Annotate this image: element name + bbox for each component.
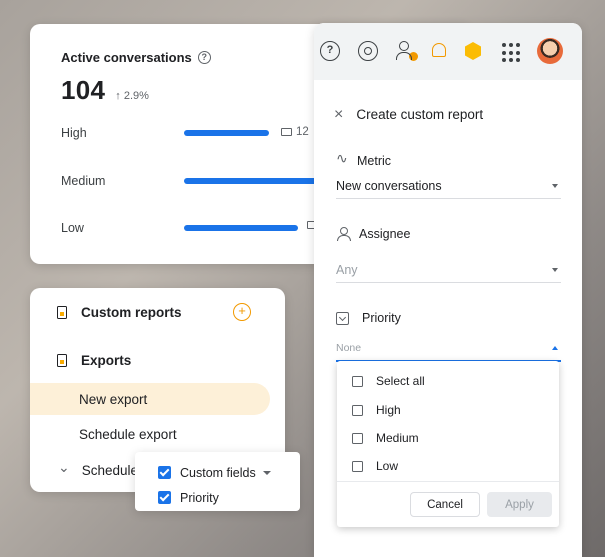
custom-fields-popup: Custom fields Priority	[135, 452, 300, 511]
stat-label-medium: Medium	[61, 174, 106, 188]
checkbox-icon[interactable]	[352, 432, 363, 444]
panel-title: Create custom report	[356, 107, 484, 122]
option-select-all[interactable]: Select all	[352, 371, 425, 391]
close-icon[interactable]: ×	[334, 106, 343, 122]
mail-icon	[281, 128, 292, 136]
metric-select[interactable]: New conversations	[336, 173, 561, 199]
custom-fields-label: Custom fields	[180, 465, 256, 480]
metric-value: New conversations	[336, 178, 442, 193]
priority-placeholder: None	[336, 342, 362, 354]
user-check-icon[interactable]	[396, 41, 418, 61]
dropdown-arrow-icon	[552, 183, 558, 188]
assignee-placeholder: Any	[336, 262, 358, 277]
option-medium[interactable]: Medium	[352, 428, 419, 448]
priority-field-label: Priority	[180, 490, 219, 505]
trend-indicator: ↑ 2.9%	[115, 90, 149, 102]
exports-item[interactable]: Exports	[30, 344, 285, 376]
priority-dropdown: Select all High Medium Low Cancel Apply	[337, 361, 559, 527]
option-high[interactable]: High	[352, 400, 401, 420]
custom-fields-row[interactable]: Custom fields	[158, 460, 300, 485]
apply-button[interactable]: Apply	[487, 492, 552, 517]
stat-count-high: 12	[281, 126, 309, 138]
divider	[337, 481, 559, 482]
assignee-label-row: Assignee	[336, 227, 410, 241]
report-icon	[57, 305, 67, 319]
dropdown-arrow-icon	[552, 267, 558, 272]
scheduled-label: Schedule	[81, 462, 139, 478]
checkbox-icon[interactable]	[352, 460, 363, 472]
gear-icon[interactable]	[358, 41, 378, 61]
priority-label: Priority	[362, 311, 401, 325]
stats-title: Active conversations	[61, 50, 192, 65]
add-icon[interactable]: +	[233, 303, 251, 321]
checkbox-icon[interactable]	[352, 375, 363, 387]
option-label: Low	[376, 459, 399, 473]
assignee-select[interactable]: Any	[336, 257, 561, 283]
custom-reports-item[interactable]: Custom reports +	[30, 296, 285, 328]
stat-label-low: Low	[61, 221, 84, 235]
checkbox-checked-icon[interactable]	[158, 466, 171, 479]
priority-field-row[interactable]: Priority	[158, 485, 300, 510]
priority-label-row: Priority	[336, 311, 401, 325]
stat-label-high: High	[61, 126, 87, 140]
export-icon	[57, 353, 67, 367]
scheduled-item[interactable]: ⌄ Schedule	[30, 454, 138, 486]
metric-icon	[336, 150, 350, 167]
option-label: Medium	[376, 431, 419, 445]
exports-label: Exports	[81, 352, 132, 368]
help-icon[interactable]: ?	[320, 41, 340, 61]
option-label: High	[376, 403, 401, 417]
person-icon	[336, 227, 351, 241]
new-export-item[interactable]: New export	[30, 383, 270, 415]
avatar[interactable]	[537, 38, 563, 64]
cancel-button[interactable]: Cancel	[410, 492, 480, 517]
checkbox-checked-icon[interactable]	[158, 491, 171, 504]
stats-value: 104	[61, 75, 106, 105]
dropdown-arrow-up-icon	[552, 346, 558, 350]
metric-label: Metric	[357, 154, 392, 168]
apps-grid-icon[interactable]	[502, 43, 522, 63]
chevron-down-icon: ⌄	[58, 458, 70, 475]
caret-down-icon[interactable]	[262, 470, 271, 475]
option-low[interactable]: Low	[352, 456, 398, 476]
help-icon[interactable]: ?	[197, 51, 211, 64]
panel-header: × Create custom report	[334, 106, 484, 122]
bell-icon[interactable]	[432, 43, 446, 57]
checkbox-icon[interactable]	[352, 404, 363, 416]
stat-bar-high	[184, 130, 269, 136]
option-label: Select all	[376, 374, 425, 388]
stat-count-value: 12	[296, 126, 309, 138]
priority-icon	[336, 311, 349, 325]
trend-value: 2.9%	[123, 90, 149, 102]
custom-reports-label: Custom reports	[81, 304, 182, 320]
trend-up-icon: ↑	[115, 90, 121, 102]
app-logo-icon[interactable]	[465, 42, 481, 60]
schedule-export-item[interactable]: Schedule export	[30, 418, 177, 450]
top-app-bar: ?	[314, 23, 582, 80]
stat-bar-low	[184, 225, 298, 231]
priority-select[interactable]: None	[336, 336, 561, 362]
metric-label-row: Metric	[336, 150, 392, 168]
assignee-label: Assignee	[359, 227, 411, 241]
